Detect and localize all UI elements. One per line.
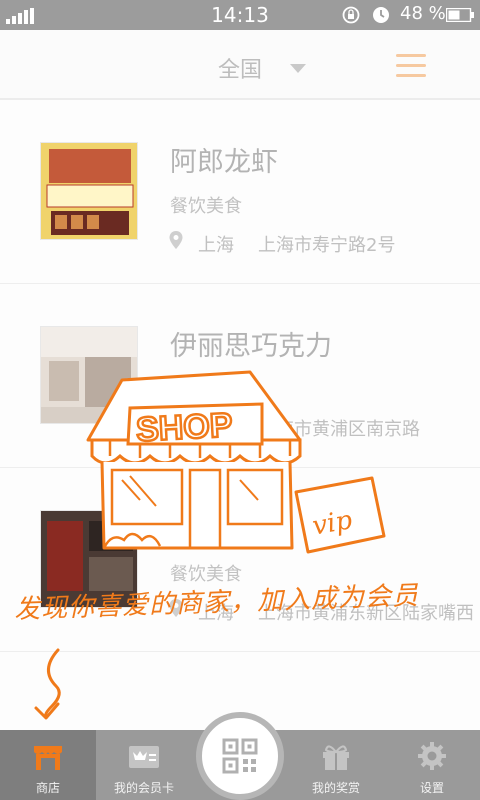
tab-member-card[interactable]: 我的会员卡: [96, 730, 192, 800]
chevron-down-icon[interactable]: [290, 64, 306, 73]
shop-thumbnail: [40, 510, 138, 608]
top-header: 全国: [0, 30, 480, 100]
shop-category: 餐饮美食: [170, 564, 242, 585]
shop-name: 阿郎龙虾: [170, 147, 278, 178]
gift-icon: [323, 745, 349, 770]
scan-qr-button[interactable]: [196, 712, 284, 800]
shop-thumbnail: [40, 142, 138, 240]
shop-address: 上海市寿宁路2号: [258, 235, 396, 256]
menu-icon[interactable]: [396, 54, 426, 78]
shop-list: 阿郎龙虾 餐饮美食 上海 上海市寿宁路2号 伊丽思巧克力 餐饮美食 上海 上海市…: [0, 100, 480, 652]
shop-category: 餐饮美食: [170, 380, 242, 401]
location-pin-icon: [169, 415, 183, 433]
alarm-icon: [373, 7, 389, 23]
location-pin-icon: [169, 599, 183, 617]
tab-rewards[interactable]: 我的奖赏: [288, 730, 384, 800]
shop-city: 上海: [198, 235, 234, 256]
shop-list-item[interactable]: 伊丽思巧克力 餐饮美食 上海 上海市黄浦区南京路: [0, 284, 480, 468]
store-icon: [34, 746, 62, 770]
tab-store[interactable]: 商店: [0, 730, 96, 800]
shop-name: 伊丽思巧克力: [170, 331, 332, 362]
shop-list-item[interactable]: 阿郎龙虾 餐饮美食 上海 上海市寿宁路2号: [0, 100, 480, 284]
rotation-lock-icon: [342, 6, 360, 24]
tab-label: 设置: [419, 781, 444, 795]
tab-label: 商店: [35, 781, 60, 795]
shop-category: 餐饮美食: [170, 196, 242, 217]
location-pin-icon: [169, 231, 183, 249]
shop-address: 上海市黄浦东新区陆家嘴西: [258, 603, 474, 624]
shop-name: 龙凤酒店: [170, 515, 278, 546]
qr-code-icon: [222, 738, 258, 774]
status-bar: 14:13 48 %: [0, 0, 480, 30]
battery-icon: [446, 8, 474, 22]
city-selector[interactable]: 全国: [218, 52, 262, 84]
shop-thumbnail: [40, 326, 138, 424]
battery-percent: 48 %: [400, 3, 446, 24]
shop-address: 上海市黄浦区南京路: [258, 419, 420, 440]
shop-list-item[interactable]: 龙凤酒店 餐饮美食 上海 上海市黄浦东新区陆家嘴西: [0, 468, 480, 652]
tab-label: 我的奖赏: [311, 781, 360, 795]
tab-settings[interactable]: 设置: [384, 730, 480, 800]
gear-icon: [418, 742, 446, 770]
member-card-icon: [129, 746, 159, 768]
shop-city: 上海: [198, 419, 234, 440]
tab-label: 我的会员卡: [113, 781, 174, 795]
app-screen: 14:13 48 % 全国 阿郎龙虾 餐饮美食 上海 上海市寿宁路2号 伊丽思巧…: [0, 0, 480, 800]
shop-city: 上海: [198, 603, 234, 624]
